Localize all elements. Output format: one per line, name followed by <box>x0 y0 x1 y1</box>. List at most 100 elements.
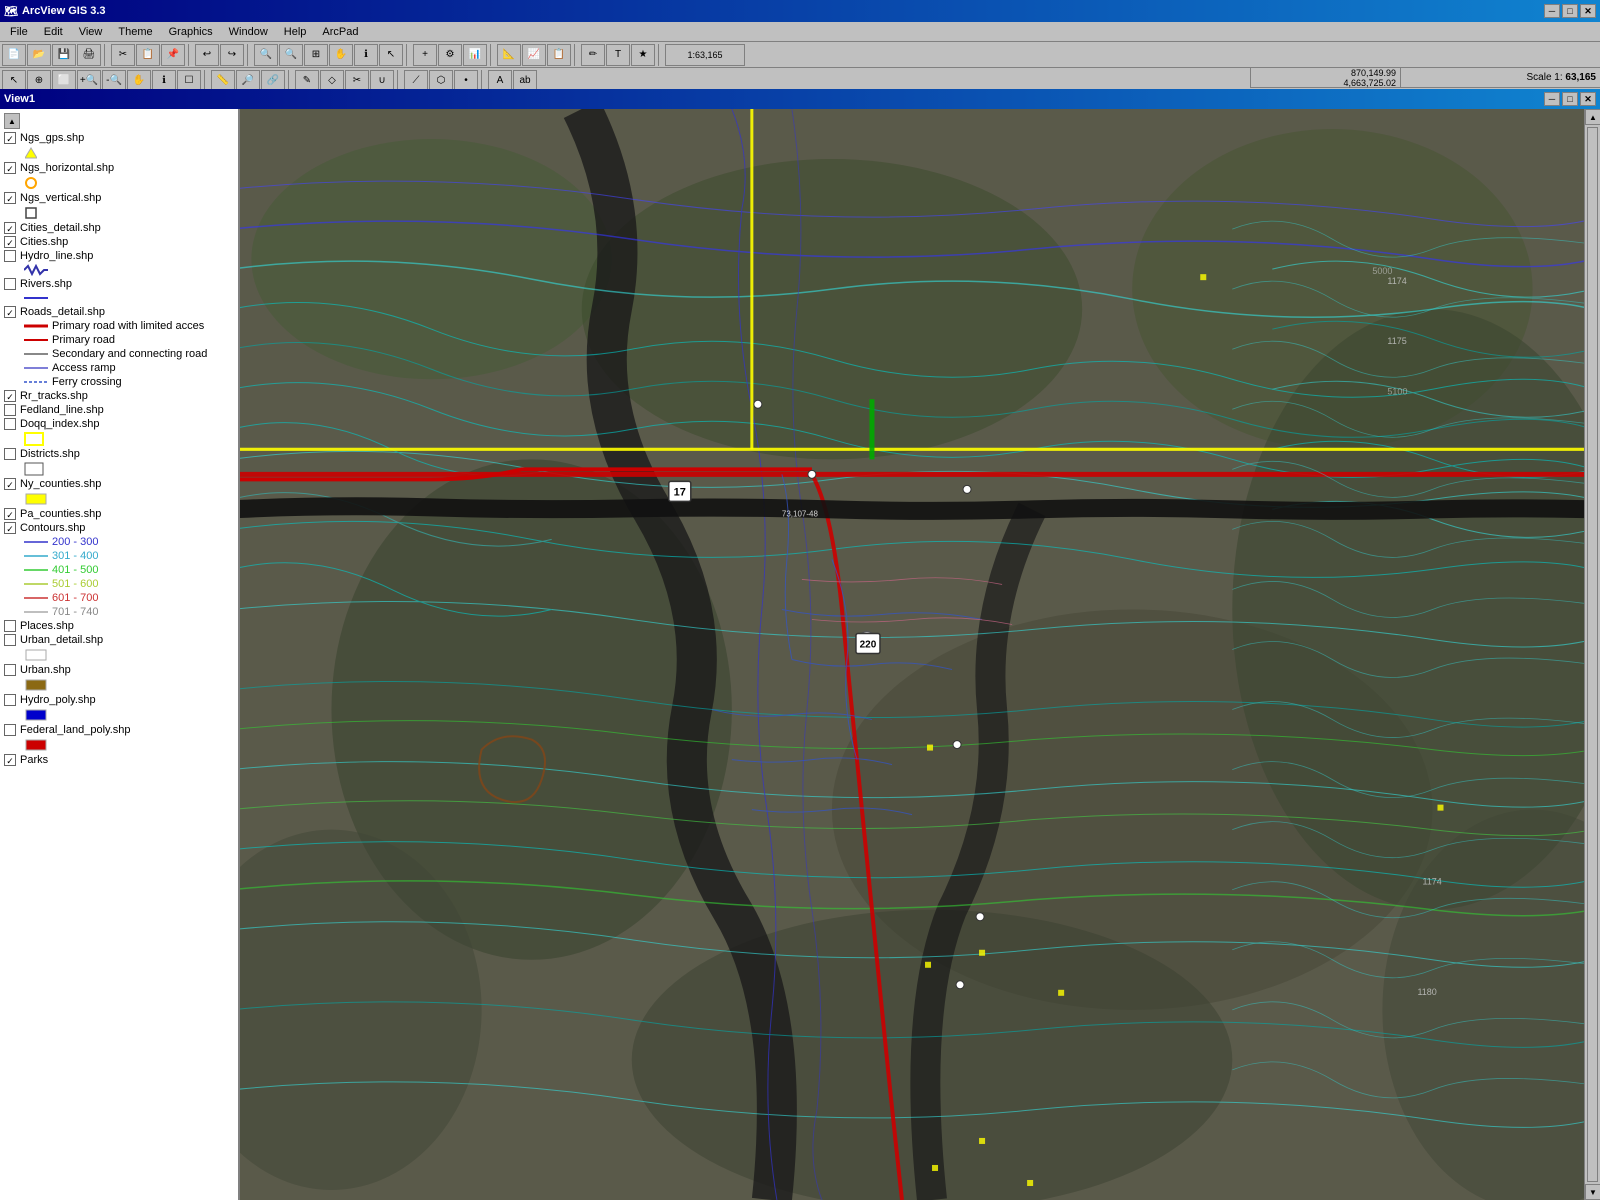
save-button[interactable]: 💾 <box>52 44 76 66</box>
legend-button[interactable]: 📊 <box>463 44 487 66</box>
pan-button[interactable]: ✋ <box>329 44 353 66</box>
scroll-thumb[interactable] <box>1587 127 1598 1182</box>
square-brown-icon <box>24 678 48 692</box>
legend-fedland-line-checkbox[interactable] <box>4 404 16 416</box>
menu-view[interactable]: View <box>71 24 111 40</box>
legend-contour-700-label: 701 - 740 <box>52 606 98 618</box>
layout-button[interactable]: 📐 <box>497 44 521 66</box>
legend-primary-limited-label: Primary road with limited acces <box>52 320 204 332</box>
add-theme-button[interactable]: + <box>413 44 437 66</box>
line-blue-zigzag-icon <box>24 264 48 276</box>
menu-theme[interactable]: Theme <box>110 24 160 40</box>
legend-ny-counties-label: Ny_counties.shp <box>20 478 101 490</box>
map-area[interactable]: 17 220 73,107-48 <box>240 109 1584 1200</box>
menu-window[interactable]: Window <box>221 24 276 40</box>
legend-districts-checkbox[interactable] <box>4 448 16 460</box>
scroll-up-arrow[interactable]: ▲ <box>1585 109 1600 125</box>
legend-contours-label: Contours.shp <box>20 522 85 534</box>
legend-contours-checkbox[interactable] <box>4 522 16 534</box>
legend-rr-tracks: Rr_tracks.shp <box>4 389 234 403</box>
square-white-icon <box>24 648 48 662</box>
legend-parks-checkbox[interactable] <box>4 754 16 766</box>
legend-cities-checkbox[interactable] <box>4 236 16 248</box>
undo-button[interactable]: ↩ <box>195 44 219 66</box>
legend-pa-counties-checkbox[interactable] <box>4 508 16 520</box>
draw-button[interactable]: ✏ <box>581 44 605 66</box>
legend-cities-detail-checkbox[interactable] <box>4 222 16 234</box>
legend-ngs-horizontal-checkbox[interactable] <box>4 162 16 174</box>
view1-close[interactable]: ✕ <box>1580 92 1596 106</box>
legend-contour-200: 200 - 300 <box>4 535 234 549</box>
full-extent-button[interactable]: ⊞ <box>304 44 328 66</box>
legend-contour-600-label: 601 - 700 <box>52 592 98 604</box>
svg-text:5000: 5000 <box>1372 266 1392 276</box>
legend-scroll-up[interactable]: ▲ <box>4 113 20 129</box>
legend-roads-detail-checkbox[interactable] <box>4 306 16 318</box>
legend-districts: Districts.shp <box>4 447 234 461</box>
legend-contour-500-label: 501 - 600 <box>52 578 98 590</box>
paste-button[interactable]: 📌 <box>161 44 185 66</box>
app-title: ArcView GIS 3.3 <box>22 5 106 17</box>
text-button[interactable]: T <box>606 44 630 66</box>
view1-content: ▲ Ngs_gps.shp Ngs_horizontal.shp <box>0 109 1600 1200</box>
line-300-icon <box>24 550 48 562</box>
legend-urban-detail-checkbox[interactable] <box>4 634 16 646</box>
legend-rr-tracks-checkbox[interactable] <box>4 390 16 402</box>
legend-doqq-index-checkbox[interactable] <box>4 418 16 430</box>
view1-minimize[interactable]: ─ <box>1544 92 1560 106</box>
legend-fedland-line-label: Fedland_line.shp <box>20 404 104 416</box>
minimize-button[interactable]: ─ <box>1544 4 1560 18</box>
legend-places-checkbox[interactable] <box>4 620 16 632</box>
legend-places-label: Places.shp <box>20 620 74 632</box>
scale-label: Scale 1: 63,165 <box>1526 72 1596 83</box>
legend-ngs-vertical-checkbox[interactable] <box>4 192 16 204</box>
chart-button[interactable]: 📈 <box>522 44 546 66</box>
square-yellow-outline-icon <box>24 432 44 446</box>
copy-button[interactable]: 📋 <box>136 44 160 66</box>
identify-button[interactable]: ℹ <box>354 44 378 66</box>
menu-edit[interactable]: Edit <box>36 24 71 40</box>
legend-doqq-index-symbol <box>4 431 234 447</box>
legend-ny-counties-checkbox[interactable] <box>4 478 16 490</box>
legend-fedland-line: Fedland_line.shp <box>4 403 234 417</box>
vertical-scrollbar[interactable]: ▲ ▼ <box>1584 109 1600 1200</box>
redo-button[interactable]: ↪ <box>220 44 244 66</box>
legend-hydro-line-checkbox[interactable] <box>4 250 16 262</box>
scroll-down-arrow[interactable]: ▼ <box>1585 1184 1600 1200</box>
legend-cities-detail-label: Cities_detail.shp <box>20 222 101 234</box>
legend-urban-checkbox[interactable] <box>4 664 16 676</box>
svg-text:1175: 1175 <box>1387 336 1406 346</box>
title-bar-controls: ─ □ ✕ <box>1544 4 1596 18</box>
table-button[interactable]: 📋 <box>547 44 571 66</box>
zoom-out-button[interactable]: 🔍 <box>279 44 303 66</box>
legend-cities: Cities.shp <box>4 235 234 249</box>
legend-hydro-poly-checkbox[interactable] <box>4 694 16 706</box>
symbol-button[interactable]: ★ <box>631 44 655 66</box>
properties-button[interactable]: ⚙ <box>438 44 462 66</box>
line-blue-icon <box>24 292 48 304</box>
square-blue-icon <box>24 708 48 722</box>
legend-contour-500: 501 - 600 <box>4 577 234 591</box>
legend-federal-land-poly-checkbox[interactable] <box>4 724 16 736</box>
select-button[interactable]: ↖ <box>379 44 403 66</box>
cut-button[interactable]: ✂ <box>111 44 135 66</box>
legend-ngs-horizontal-symbol <box>4 175 234 191</box>
close-button[interactable]: ✕ <box>1580 4 1596 18</box>
legend-rivers-checkbox[interactable] <box>4 278 16 290</box>
legend-ngs-gps-checkbox[interactable] <box>4 132 16 144</box>
legend-districts-label: Districts.shp <box>20 448 80 460</box>
maximize-button[interactable]: □ <box>1562 4 1578 18</box>
new-button[interactable]: 📄 <box>2 44 26 66</box>
open-button[interactable]: 📂 <box>27 44 51 66</box>
print-button[interactable]: 🖨 <box>77 44 101 66</box>
menu-graphics[interactable]: Graphics <box>161 24 221 40</box>
menu-arcpad[interactable]: ArcPad <box>314 24 366 40</box>
menu-file[interactable]: File <box>2 24 36 40</box>
menu-help[interactable]: Help <box>276 24 315 40</box>
zoom-in-button[interactable]: 🔍 <box>254 44 278 66</box>
line-700-icon <box>24 606 48 618</box>
view1-maximize[interactable]: □ <box>1562 92 1578 106</box>
scale-input[interactable]: 1:63,165 <box>665 44 745 66</box>
square-red-icon <box>24 738 48 752</box>
view1-title-bar: View1 ─ □ ✕ <box>0 89 1600 109</box>
